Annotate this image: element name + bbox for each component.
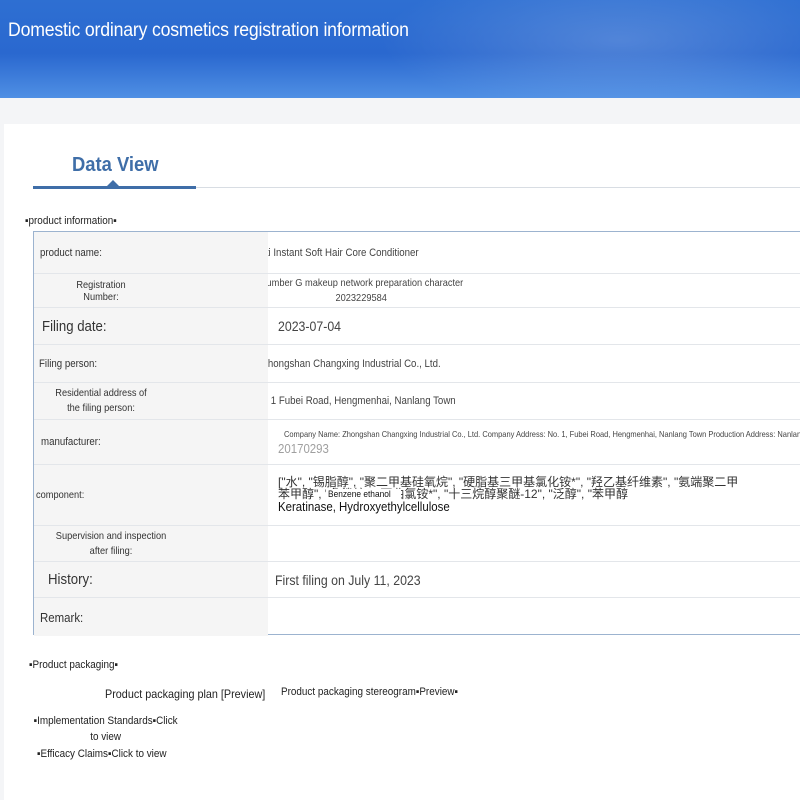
table-row: Residential address of the filing person… (34, 383, 800, 420)
registration-number-label: Registration Number: (34, 274, 268, 307)
table-row: product name: Boti Instant Soft Hair Cor… (34, 232, 800, 274)
tab-caret-icon (107, 180, 119, 186)
table-row: Filing person: Zhongshan Changxing Indus… (34, 345, 800, 383)
registration-number-value: Number G makeup network preparation char… (268, 274, 800, 307)
manufacturer-code: 20170293 (278, 441, 329, 456)
table-row: Registration Number: Number G makeup net… (34, 274, 800, 308)
tab-active-indicator (33, 186, 196, 189)
component-line-3: Keratinase, Hydroxyethylcellulose (278, 499, 450, 514)
filing-person-value: Zhongshan Changxing Industrial Co., Ltd. (268, 357, 441, 370)
address-value: No. 1 Fubei Road, Hengmenhai, Nanlang To… (268, 395, 456, 407)
registration-line-1: Number G makeup network preparation char… (268, 276, 464, 289)
address-label: Residential address of the filing person… (34, 383, 268, 419)
table-row: Filing date: 2023-07-04 (34, 308, 800, 345)
product-name-value: Boti Instant Soft Hair Core Conditioner (268, 246, 419, 259)
table-row: History: First filing on July 11, 2023 (34, 562, 800, 598)
manufacturer-label: manufacturer: (34, 420, 268, 464)
packaging-plan-link[interactable]: Product packaging plan [Preview] (105, 687, 265, 701)
filing-date-label: Filing date: (34, 308, 268, 344)
remark-label: Remark: (34, 598, 268, 636)
table-row: component: ["水", "锡脂醇", "聚二甲基硅氧烷", "硬脂基三… (34, 465, 800, 526)
section-title-product-information: ▪product information▪ (25, 215, 117, 227)
efficacy-claims-link[interactable]: ▪Efficacy Claims▪Click to view (37, 748, 167, 760)
page-title: Domestic ordinary cosmetics registration… (8, 20, 409, 41)
manufacturer-text: Company Name: Zhongshan Changxing Indust… (284, 429, 800, 439)
filing-person-label: Filing person: (34, 345, 268, 382)
tab-data-view[interactable]: Data View (72, 154, 159, 177)
filing-date-value: 2023-07-04 (278, 318, 342, 334)
implementation-standards-link[interactable]: ▪Implementation Standards▪Click to view (30, 713, 181, 745)
product-name-label: product name: (34, 232, 268, 273)
registration-line-2: 2023229584 (335, 291, 388, 304)
history-label: History: (34, 562, 268, 597)
manufacturer-value: Company Name: Zhongshan Changxing Indust… (268, 420, 800, 464)
table-row: manufacturer: Company Name: Zhongshan Ch… (34, 420, 800, 465)
section-title-product-packaging: ▪Product packaging▪ (29, 659, 119, 671)
component-value: ["水", "锡脂醇", "聚二甲基硅氧烷", "硬脂基三甲基氯化铵*", "羟… (268, 465, 800, 525)
table-row: Supervision and inspection after filing: (34, 526, 800, 562)
supervision-value (268, 526, 800, 561)
component-label: component: (34, 465, 268, 525)
table-row: Remark: (34, 598, 800, 636)
remark-value (268, 598, 800, 636)
header-banner: Domestic ordinary cosmetics registration… (0, 0, 800, 98)
history-value: First filing on July 11, 2023 (275, 571, 421, 588)
product-info-table: product name: Boti Instant Soft Hair Cor… (33, 231, 800, 636)
packaging-stereogram-link[interactable]: Product packaging stereogram▪Preview▪ (281, 686, 458, 698)
supervision-label: Supervision and inspection after filing: (34, 526, 268, 561)
